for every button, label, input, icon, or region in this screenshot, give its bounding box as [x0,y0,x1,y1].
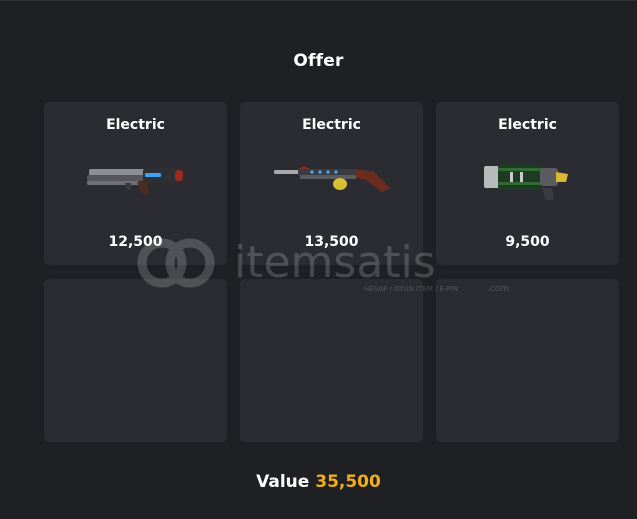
value-amount: 35,500 [315,472,381,492]
empty-slot[interactable] [436,279,619,442]
offer-value: Value 35,500 [0,472,637,492]
item-price: 9,500 [505,234,550,250]
launcher-icon [436,157,619,207]
item-price: 13,500 [304,234,359,250]
empty-slot[interactable] [44,279,227,442]
item-price: 12,500 [108,234,163,250]
item-card[interactable]: Electric 12,500 [44,102,227,265]
offer-title: Offer [293,51,344,71]
item-card[interactable]: Electric 13,500 [240,102,423,265]
item-card[interactable]: Electric 9,500 [436,102,619,265]
item-name: Electric [498,117,557,133]
shotgun-icon [240,157,423,207]
item-name: Electric [302,117,361,133]
empty-slot[interactable] [240,279,423,442]
rifle-icon [44,157,227,207]
item-name: Electric [106,117,165,133]
offer-grid: Electric 12,500 Electric 13,500 Electric… [44,102,619,442]
value-label: Value [256,472,310,492]
offer-panel: Offer Electric 12,500 Electric 13,500 El… [0,0,637,519]
